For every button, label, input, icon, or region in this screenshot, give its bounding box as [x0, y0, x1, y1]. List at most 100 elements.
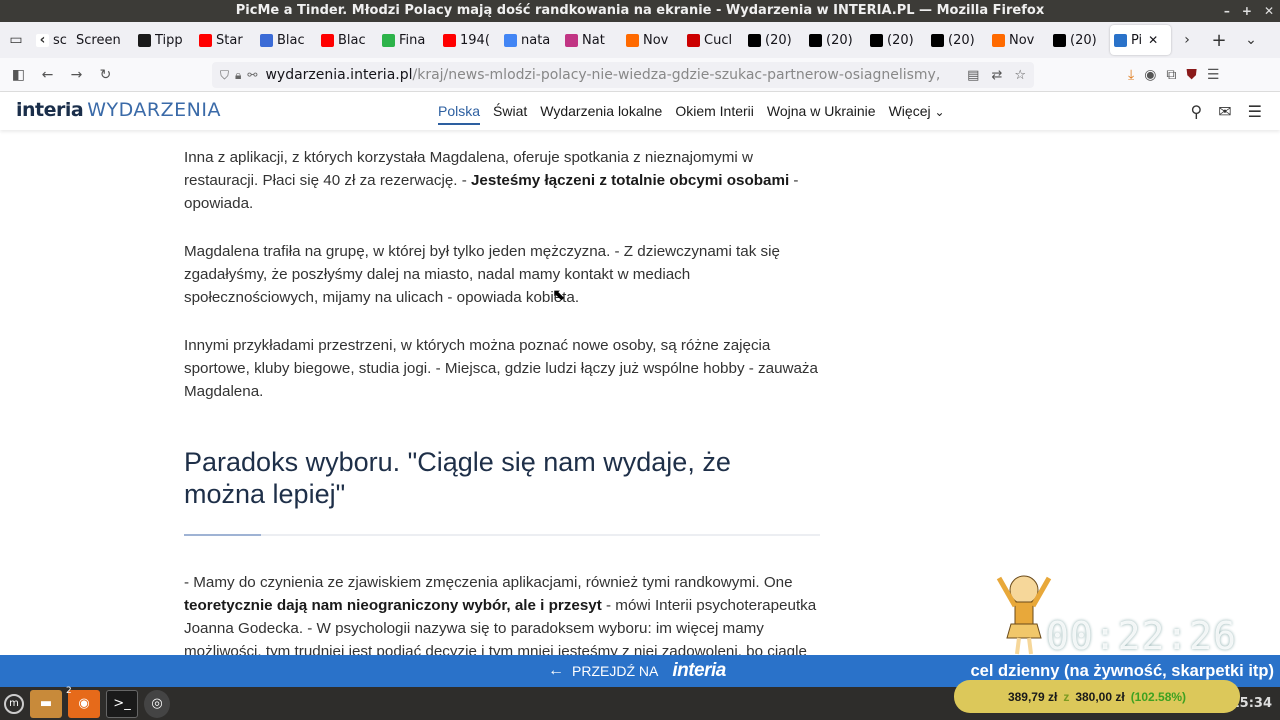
- browser-tab[interactable]: ‹ sc: [32, 22, 72, 58]
- browser-tab[interactable]: (20): [744, 22, 805, 58]
- close-icon[interactable]: ✕: [1264, 0, 1274, 22]
- nav-item-wydarzenia-lokalne[interactable]: Wydarzenia lokalne: [540, 103, 662, 119]
- sidebar-icon[interactable]: ◧: [4, 60, 33, 90]
- article-paragraph: Magdalena trafiła na grupę, w której był…: [184, 243, 780, 306]
- nav-bar: ◧ ← → ↻ ⛉ 🔒︎ ⚯ wydarzenia.interia.pl/kra…: [0, 58, 1280, 92]
- mouse-cursor-icon: ⬉: [552, 285, 566, 304]
- goal-progress: 389,79 zł z 380,00 zł (102.58%): [954, 680, 1240, 713]
- window-titlebar: PicMe a Tinder. Młodzi Polacy mają dość …: [0, 0, 1280, 22]
- tab-label: 194(: [460, 32, 490, 48]
- minimize-icon[interactable]: –: [1224, 0, 1230, 22]
- permissions-icon[interactable]: ⚯: [247, 68, 257, 83]
- tab-favicon-icon: [382, 33, 395, 47]
- start-menu-icon[interactable]: m: [4, 693, 24, 714]
- url-bar[interactable]: ⛉ 🔒︎ ⚯ wydarzenia.interia.pl/kraj/news-m…: [212, 62, 1034, 88]
- translate-icon[interactable]: ⇄: [991, 68, 1002, 83]
- tab-label: Blac: [277, 32, 305, 48]
- site-nav: Polska Świat Wydarzenia lokalne Okiem In…: [438, 92, 945, 130]
- browser-tab[interactable]: (20): [1049, 22, 1110, 58]
- goal-of: z: [1063, 689, 1070, 704]
- browser-tab[interactable]: Fina: [378, 22, 439, 58]
- nav-item-wojna-w-ukrainie[interactable]: Wojna w Ukrainie: [767, 103, 876, 119]
- tab-favicon-icon: [626, 33, 639, 47]
- maximize-icon[interactable]: +: [1242, 0, 1252, 22]
- browser-tab[interactable]: Nov: [622, 22, 683, 58]
- site-logo[interactable]: interia WYDARZENIA: [16, 99, 221, 121]
- goal-amount: 389,79 zł: [1007, 689, 1058, 704]
- bold-text: Jesteśmy łączeni z totalnie obcymi osoba…: [470, 172, 790, 189]
- goal-target: 380,00 zł: [1075, 689, 1125, 704]
- browser-tab[interactable]: 194(: [439, 22, 500, 58]
- browser-tab[interactable]: (20): [866, 22, 927, 58]
- browser-tab[interactable]: Screen: [72, 22, 134, 58]
- article-paragraph: Innymi przykładami przestrzeni, w któryc…: [184, 337, 818, 400]
- browser-tab[interactable]: Tipp: [134, 22, 195, 58]
- tab-close-icon[interactable]: ✕: [1148, 33, 1158, 47]
- back-icon[interactable]: ←: [33, 60, 62, 90]
- goto-interia-link[interactable]: ← PRZEJDŹ NA interia: [548, 655, 726, 687]
- obs-icon[interactable]: ◎: [144, 689, 170, 718]
- bookmark-star-icon[interactable]: ☆: [1014, 68, 1026, 83]
- tab-scroll-right-icon[interactable]: ›: [1171, 22, 1203, 58]
- url-path: /kraj/news-mlodzi-polacy-nie-wiedza-gdzi…: [412, 67, 941, 83]
- toolbar-right: ⤓ ◉ ⧉ ⛊ ☰: [1128, 58, 1219, 92]
- section-heading: Paradoks wyboru. "Ciągle się nam wydaje,…: [184, 447, 731, 509]
- chevron-left-icon: ‹: [36, 32, 49, 48]
- url-text[interactable]: wydarzenia.interia.pl/kraj/news-mlodzi-p…: [265, 67, 959, 83]
- tab-bar: ▭ ‹ sc Screen Tipp Star Blac Blac Fina 194( nata N…: [0, 22, 1280, 58]
- terminal-icon[interactable]: >_: [106, 689, 138, 718]
- shield-icon[interactable]: ⛉: [220, 68, 229, 83]
- hamburger-menu-icon[interactable]: ☰: [1248, 102, 1262, 121]
- reader-view-icon[interactable]: ▤: [967, 68, 979, 83]
- tab-favicon-icon: [687, 33, 700, 47]
- ublock-icon[interactable]: ⛊: [1186, 67, 1197, 83]
- search-icon[interactable]: ⚲: [1191, 102, 1203, 121]
- arrow-left-icon: ←: [548, 662, 564, 679]
- lock-icon[interactable]: 🔒︎: [235, 68, 241, 83]
- browser-tab[interactable]: Blac: [317, 22, 378, 58]
- forward-icon[interactable]: →: [62, 60, 91, 90]
- tab-favicon-icon: [321, 33, 334, 47]
- tab-favicon-icon: [1053, 33, 1066, 47]
- browser-tab[interactable]: Star: [195, 22, 256, 58]
- tab-label: Cucl: [704, 32, 733, 48]
- tab-label: (20): [1070, 32, 1097, 48]
- browser-tab[interactable]: Nov: [988, 22, 1049, 58]
- tab-label: (20): [948, 32, 975, 48]
- browser-tab[interactable]: Pi ✕: [1110, 25, 1171, 55]
- tab-label: nata: [521, 32, 551, 48]
- nav-item-swiat[interactable]: Świat: [493, 103, 527, 119]
- browser-tab[interactable]: Cucl: [683, 22, 744, 58]
- tab-overview-icon[interactable]: ▭: [0, 22, 32, 58]
- article-body: Inna z aplikacji, z których korzystała M…: [184, 146, 820, 688]
- browser-tab[interactable]: (20): [927, 22, 988, 58]
- tab-favicon-icon: [504, 33, 517, 47]
- tab-list-icon[interactable]: ⌄: [1235, 22, 1267, 58]
- nav-item-wiecej[interactable]: Więcej ⌄: [889, 103, 945, 119]
- tab-favicon-icon: [565, 33, 578, 47]
- mail-icon[interactable]: ✉: [1218, 102, 1231, 121]
- logo-section: WYDARZENIA: [87, 99, 221, 121]
- reload-icon[interactable]: ↻: [91, 60, 120, 90]
- downloads-icon[interactable]: ⤓: [1128, 67, 1134, 83]
- menu-icon[interactable]: ☰: [1207, 67, 1220, 83]
- files-icon[interactable]: ▬: [30, 689, 62, 718]
- firefox-icon[interactable]: 2 ◉: [66, 686, 100, 718]
- window-controls: – + ✕: [1224, 0, 1274, 22]
- browser-tab[interactable]: nata: [500, 22, 561, 58]
- browser-tab[interactable]: (20): [805, 22, 866, 58]
- new-tab-icon[interactable]: +: [1203, 22, 1235, 58]
- goto-label: PRZEJDŹ NA: [572, 663, 659, 679]
- tab-favicon-icon: [1114, 33, 1127, 47]
- browser-tab[interactable]: Blac: [256, 22, 317, 58]
- tab-label: Fina: [399, 32, 426, 48]
- goal-percent: (102.58%): [1130, 689, 1187, 704]
- account-icon[interactable]: ◉: [1144, 67, 1156, 83]
- logo-brand: interia: [16, 99, 84, 121]
- nav-item-okiem-interii[interactable]: Okiem Interii: [675, 103, 754, 119]
- extensions-icon[interactable]: ⧉: [1166, 67, 1176, 83]
- nav-item-polska[interactable]: Polska: [438, 103, 481, 125]
- browser-tab[interactable]: Nat: [561, 22, 622, 58]
- tab-favicon-icon: [443, 33, 456, 47]
- tab-label: Nov: [1009, 32, 1035, 48]
